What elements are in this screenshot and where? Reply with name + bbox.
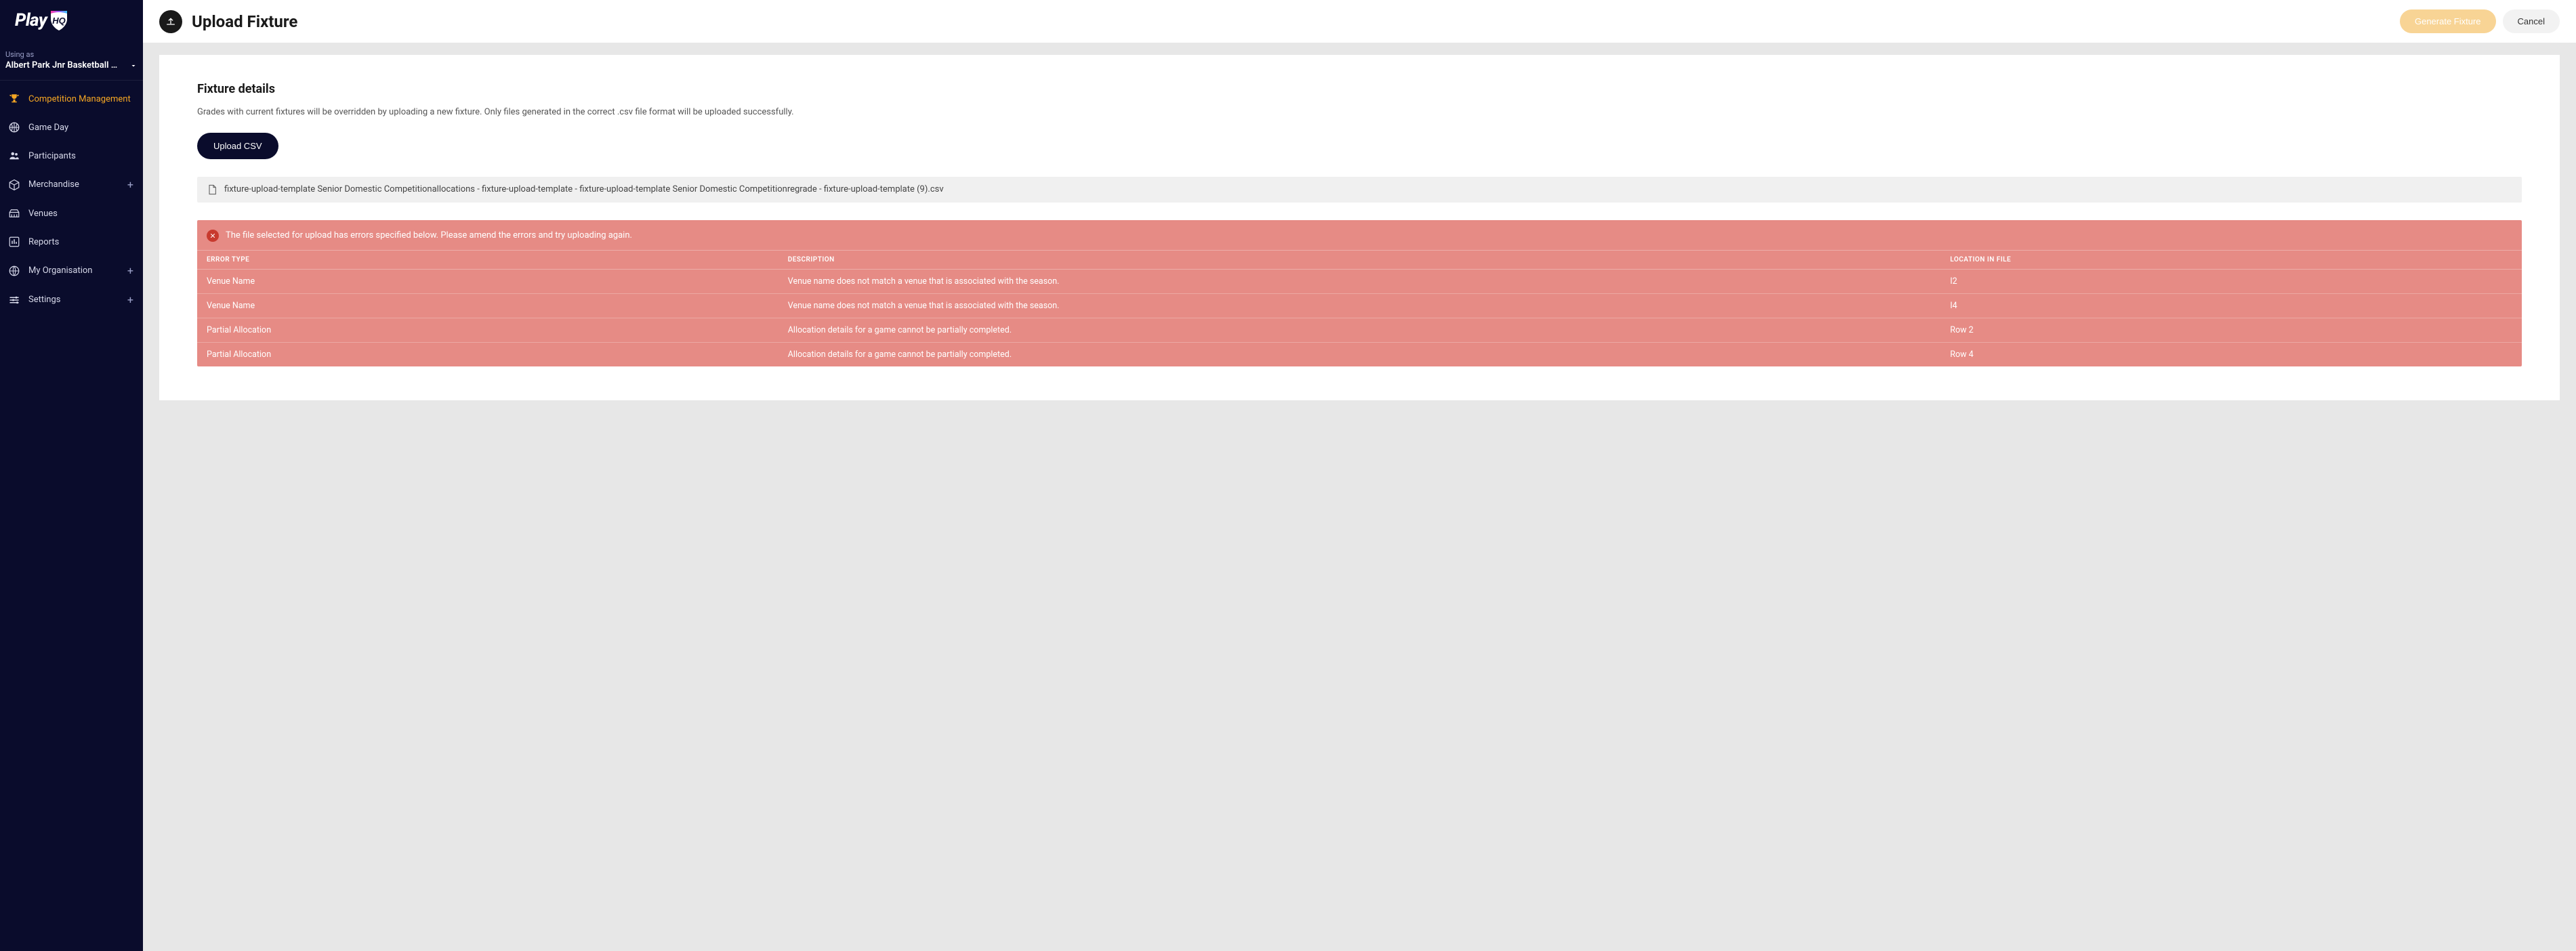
sidebar-item-label: Reports (28, 237, 59, 247)
file-icon (207, 184, 217, 196)
error-cell-desc: Allocation details for a game cannot be … (778, 318, 1941, 342)
sidebar-item-label: Participants (28, 151, 76, 161)
org-switcher[interactable]: Using as Albert Park Jnr Basketball Asso… (0, 43, 143, 81)
section-description: Grades with current fixtures will be ove… (197, 106, 2522, 119)
uploaded-file-row: fixture-upload-template Senior Domestic … (197, 177, 2522, 203)
sidebar-item-game-day[interactable]: Game Day (0, 113, 143, 142)
error-cell-type: Venue Name (197, 293, 778, 318)
error-row: Venue NameVenue name does not match a ve… (197, 293, 2522, 318)
sidebar-item-label: Venues (28, 209, 58, 219)
expand-icon: + (127, 264, 136, 277)
error-cell-loc: Row 2 (1940, 318, 2522, 342)
section-title: Fixture details (197, 82, 2522, 96)
sidebar-item-settings[interactable]: Settings + (0, 285, 143, 314)
error-cell-loc: Row 4 (1940, 342, 2522, 366)
upload-icon (159, 10, 182, 33)
error-col-desc: DESCRIPTION (778, 250, 1941, 269)
error-cell-type: Partial Allocation (197, 342, 778, 366)
topbar: Upload Fixture Generate Fixture Cancel (143, 0, 2576, 43)
error-cell-desc: Venue name does not match a venue that i… (778, 293, 1941, 318)
error-cell-type: Venue Name (197, 269, 778, 293)
arena-icon (7, 207, 22, 219)
sidebar-item-my-organisation[interactable]: My Organisation + (0, 256, 143, 285)
error-cell-desc: Allocation details for a game cannot be … (778, 342, 1941, 366)
chart-icon (7, 236, 22, 248)
upload-csv-button[interactable]: Upload CSV (197, 133, 278, 159)
sidebar-item-label: Settings (28, 295, 60, 305)
error-row: Partial AllocationAllocation details for… (197, 318, 2522, 342)
error-col-loc: LOCATION IN FILE (1940, 250, 2522, 269)
error-icon (207, 230, 219, 242)
fixture-card: Fixture details Grades with current fixt… (159, 55, 2560, 400)
chevron-down-icon (129, 62, 138, 70)
sidebar: Play HQ Using as Albert Park Jnr Basketb… (0, 0, 143, 951)
error-col-type: ERROR TYPE (197, 250, 778, 269)
sidebar-item-competition-management[interactable]: Competition Management (0, 85, 143, 113)
error-cell-desc: Venue name does not match a venue that i… (778, 269, 1941, 293)
people-icon (7, 150, 22, 162)
cancel-button[interactable]: Cancel (2503, 9, 2560, 33)
logo-text: Play (15, 10, 47, 30)
trophy-icon (7, 93, 22, 105)
main: Upload Fixture Generate Fixture Cancel F… (143, 0, 2576, 951)
error-table: ERROR TYPE DESCRIPTION LOCATION IN FILE … (197, 250, 2522, 366)
expand-icon: + (127, 178, 136, 191)
svg-text:HQ: HQ (53, 16, 66, 26)
box-icon (7, 179, 22, 191)
error-cell-type: Partial Allocation (197, 318, 778, 342)
page-title: Upload Fixture (192, 12, 297, 31)
org-name: Albert Park Jnr Basketball Associa (5, 60, 121, 70)
sidebar-nav: Competition Management Game Day Participan… (0, 81, 143, 314)
globe-icon (7, 265, 22, 277)
sidebar-item-participants[interactable]: Participants (0, 142, 143, 170)
error-row: Partial AllocationAllocation details for… (197, 342, 2522, 366)
basketball-icon (7, 121, 22, 133)
uploaded-file-name: fixture-upload-template Senior Domestic … (224, 184, 944, 194)
sidebar-item-label: Game Day (28, 123, 68, 133)
sidebar-item-label: Competition Management (28, 94, 131, 104)
sidebar-item-merchandise[interactable]: Merchandise + (0, 170, 143, 199)
logo-shield-icon: HQ (49, 9, 68, 31)
org-label: Using as (5, 50, 138, 59)
sidebar-item-reports[interactable]: Reports (0, 228, 143, 256)
error-cell-loc: I2 (1940, 269, 2522, 293)
sidebar-item-venues[interactable]: Venues (0, 199, 143, 228)
sliders-icon (7, 294, 22, 306)
sidebar-item-label: My Organisation (28, 266, 92, 276)
sidebar-item-label: Merchandise (28, 179, 79, 190)
logo: Play HQ (0, 0, 143, 43)
error-banner-text: The file selected for upload has errors … (226, 230, 632, 240)
expand-icon: + (127, 293, 136, 306)
error-cell-loc: I4 (1940, 293, 2522, 318)
error-row: Venue NameVenue name does not match a ve… (197, 269, 2522, 293)
error-panel: The file selected for upload has errors … (197, 220, 2522, 366)
generate-fixture-button[interactable]: Generate Fixture (2400, 9, 2496, 33)
